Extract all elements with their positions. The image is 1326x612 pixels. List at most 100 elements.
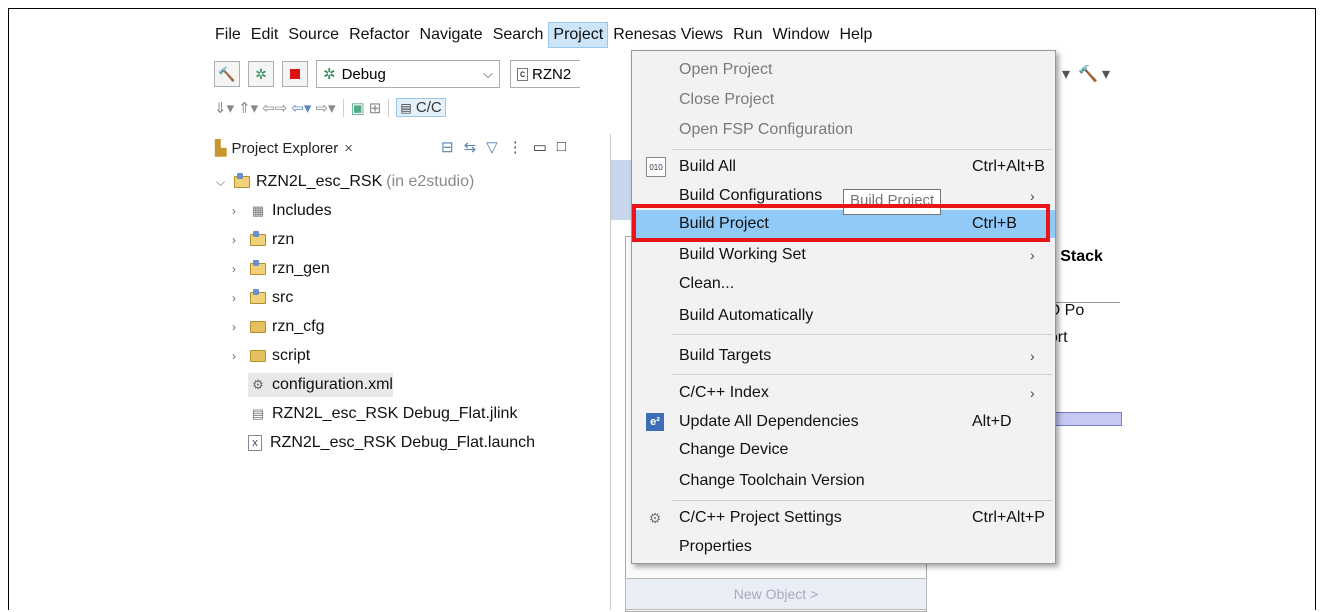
chevron-down-icon: ⌵	[483, 66, 493, 81]
tab-project-explorer[interactable]: ▙ Project Explorer ×	[211, 134, 358, 164]
menu-item-label: Build Configurations	[679, 187, 823, 204]
hammer-build-button[interactable]: 🔨	[214, 61, 240, 87]
text-file-icon: ▤	[251, 406, 265, 421]
menu-navigate[interactable]: Navigate	[415, 22, 488, 48]
menu-item-shortcut: Ctrl+Alt+P	[972, 509, 1045, 526]
module-bar	[1055, 412, 1122, 426]
chevron-right-icon[interactable]: ›	[232, 349, 248, 363]
source-folder-icon	[248, 231, 268, 248]
menu-renesas-views[interactable]: Renesas Views	[608, 22, 728, 48]
highlight-annotation-box	[632, 204, 1050, 242]
view-menu-icon[interactable]: ⋮	[508, 138, 523, 156]
menu-item-open-project[interactable]: Open Project	[632, 56, 1055, 84]
forward-icon[interactable]: ⇨▾	[315, 99, 335, 117]
collapse-all-icon[interactable]: ⊟	[441, 138, 454, 156]
tree-item-rzn[interactable]: › rzn	[232, 228, 294, 252]
menu-item-cpp-index[interactable]: C/C++ Index ›	[632, 379, 1055, 407]
folder-icon	[248, 348, 268, 364]
new-object-button[interactable]: New Object >	[625, 578, 927, 610]
tree-item-configuration-xml[interactable]: ⚙ configuration.xml	[248, 373, 393, 397]
chevron-right-icon: ›	[1030, 247, 1035, 263]
chevron-right-icon[interactable]: ›	[232, 204, 248, 218]
tree-item-project-root[interactable]: ⌵ RZN2L_esc_RSK (in e2studio)	[216, 170, 474, 194]
secondary-toolbar: ⇓▾ ⇑▾ ⇦⇨ ⇦▾ ⇨▾ ▣ ⊞ ▤ C/C	[214, 98, 446, 117]
tree-item-launch[interactable]: x RZN2L_esc_RSK Debug_Flat.launch	[248, 431, 535, 455]
debug-button[interactable]: ✲	[248, 61, 274, 87]
dropdown-arrow-icon[interactable]: ▾	[1102, 64, 1110, 84]
back-icon[interactable]: ⇦▾	[291, 99, 311, 117]
chevron-down-icon[interactable]: ⌵	[216, 175, 232, 190]
menu-item-change-device[interactable]: Change Device	[632, 436, 1055, 464]
stop-button[interactable]	[282, 61, 308, 87]
menu-item-build-working-set[interactable]: Build Working Set ›	[632, 241, 1055, 269]
menu-item-open-fsp-configuration[interactable]: Open FSP Configuration	[632, 116, 1055, 144]
menu-item-label: Build All	[679, 158, 736, 175]
maximize-icon[interactable]: □	[557, 138, 566, 156]
menu-item-label: Change Device	[679, 441, 789, 458]
filter-icon[interactable]: ▽	[486, 138, 498, 156]
annotation-next-icon[interactable]: ⇓▾	[214, 99, 234, 117]
source-folder-icon	[248, 289, 268, 306]
launch-target-combo[interactable]: c RZN2	[510, 60, 580, 88]
minimize-icon[interactable]: ▭	[533, 138, 547, 156]
hammer-icon[interactable]: 🔨	[1078, 64, 1098, 84]
toolbar-separator	[342, 98, 344, 117]
tree-item-label: rzn_gen	[272, 260, 330, 277]
tree-item-script[interactable]: › script	[232, 344, 310, 368]
chevron-right-icon[interactable]: ›	[232, 320, 248, 334]
menu-edit[interactable]: Edit	[246, 22, 284, 48]
menu-item-label: Build Targets	[679, 347, 772, 364]
chevron-right-icon[interactable]: ›	[232, 233, 248, 247]
menu-file[interactable]: File	[210, 22, 246, 48]
back-history-icon[interactable]: ⇦⇨	[262, 99, 287, 117]
menu-source[interactable]: Source	[283, 22, 344, 48]
perspective-cpp-button[interactable]: ▤ C/C	[396, 98, 446, 117]
annotation-prev-icon[interactable]: ⇑▾	[238, 99, 258, 117]
tree-item-rzn-cfg[interactable]: › rzn_cfg	[232, 315, 324, 339]
link-editor-icon[interactable]: ⇆	[464, 138, 477, 156]
e2-icon: e²	[646, 413, 664, 431]
menu-item-label: C/C++ Project Settings	[679, 509, 842, 526]
menu-item-label: Properties	[679, 538, 752, 555]
stop-icon	[290, 69, 300, 79]
menu-window[interactable]: Window	[768, 22, 835, 48]
tree-item-jlink[interactable]: ▤ RZN2L_esc_RSK Debug_Flat.jlink	[248, 402, 518, 426]
menu-item-update-all-dependencies[interactable]: e² Update All Dependencies Alt+D	[632, 408, 1055, 436]
close-icon[interactable]: ×	[344, 140, 353, 157]
menu-help[interactable]: Help	[834, 22, 877, 48]
project-name: RZN2L_esc_RSK	[256, 173, 383, 190]
tree-item-label: rzn	[272, 231, 295, 248]
project-explorer-toolbar: ⊟ ⇆ ▽ ⋮ ▭ □	[441, 138, 566, 156]
open-perspective-icon[interactable]: ⊞	[369, 99, 382, 117]
menu-item-label: Open FSP Configuration	[679, 121, 854, 138]
toolbar-right: ▾ 🔨 ▾	[1062, 64, 1110, 84]
tree-item-src[interactable]: › src	[232, 286, 293, 310]
menu-item-clean[interactable]: Clean...	[632, 270, 1055, 298]
menu-search[interactable]: Search	[488, 22, 549, 48]
menu-run[interactable]: Run	[728, 22, 767, 48]
menu-project[interactable]: Project	[548, 22, 609, 48]
menu-item-build-all[interactable]: 010 Build All Ctrl+Alt+B	[632, 153, 1055, 181]
menu-item-change-toolchain-version[interactable]: Change Toolchain Version	[632, 467, 1055, 495]
menu-item-cpp-project-settings[interactable]: ⚙ C/C++ Project Settings Ctrl+Alt+P	[632, 504, 1055, 532]
chevron-right-icon[interactable]: ›	[232, 291, 248, 305]
menu-refactor[interactable]: Refactor	[344, 22, 414, 48]
dropdown-arrow-icon[interactable]: ▾	[1062, 64, 1070, 84]
project-menu-dropdown: Open Project Close Project Open FSP Conf…	[631, 50, 1056, 564]
tree-item-includes[interactable]: › ▦ Includes	[232, 199, 332, 223]
tree-item-rzn-gen[interactable]: › rzn_gen	[232, 257, 330, 281]
menu-item-close-project[interactable]: Close Project	[632, 86, 1055, 114]
chevron-right-icon[interactable]: ›	[232, 262, 248, 276]
source-folder-icon	[248, 260, 268, 277]
new-file-icon[interactable]: ▣	[351, 99, 365, 117]
menu-item-properties[interactable]: Properties	[632, 533, 1055, 561]
menu-item-build-targets[interactable]: Build Targets ›	[632, 342, 1055, 370]
menu-item-build-automatically[interactable]: Build Automatically	[632, 302, 1055, 330]
tree-item-label: script	[272, 347, 311, 364]
launch-config-combo[interactable]: ✲ Debug ⌵	[316, 60, 500, 88]
chevron-right-icon: ›	[1030, 188, 1035, 204]
menu-item-shortcut: Alt+D	[972, 413, 1012, 430]
project-icon	[232, 173, 252, 190]
menu-separator	[672, 374, 1052, 375]
menu-item-label: Update All Dependencies	[679, 413, 859, 430]
